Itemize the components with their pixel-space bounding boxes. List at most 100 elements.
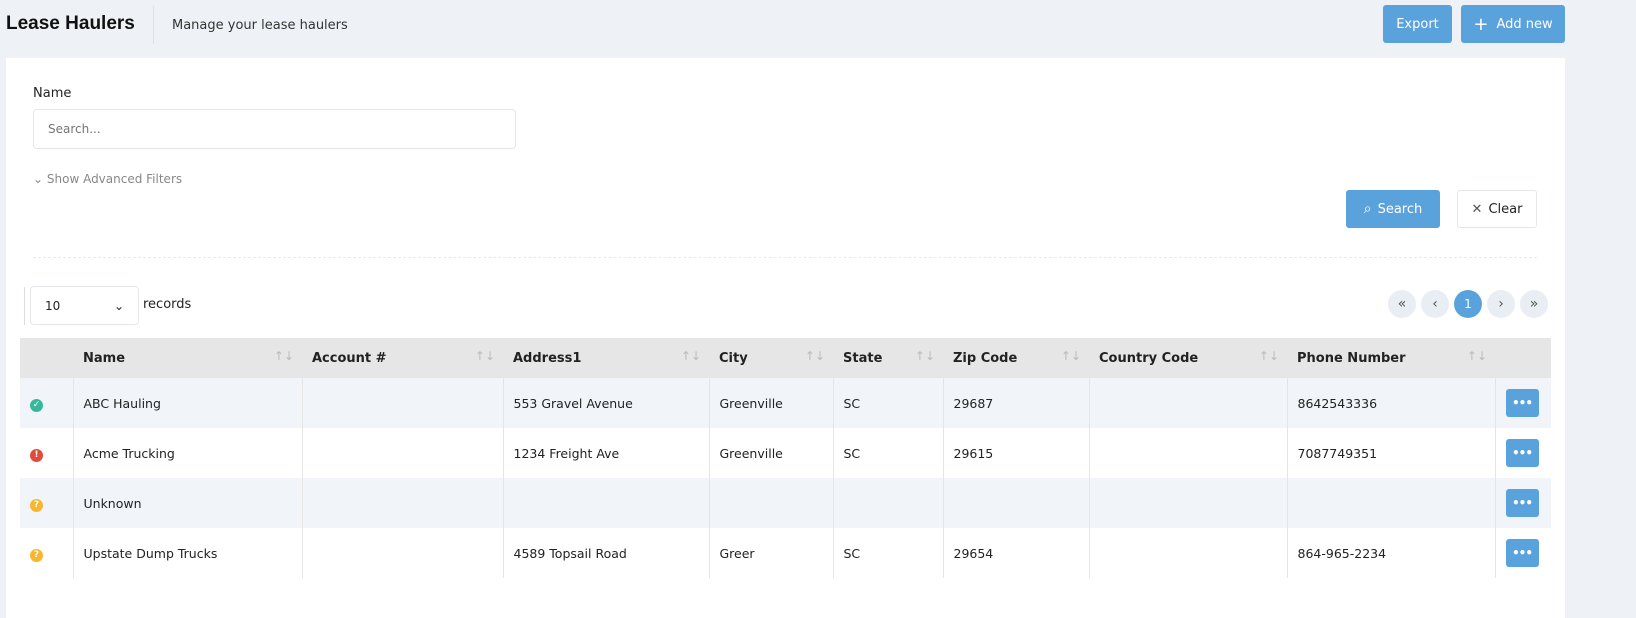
page-size-value: 10 bbox=[45, 298, 61, 313]
status-cell: ! bbox=[20, 428, 73, 478]
ellipsis-icon: ••• bbox=[1511, 446, 1533, 460]
prev-page-button[interactable]: ‹ bbox=[1421, 290, 1449, 318]
sort-icon: ↑↓ bbox=[1060, 349, 1081, 363]
cell-address bbox=[502, 478, 709, 528]
cell-address: 1234 Freight Ave bbox=[502, 428, 709, 478]
cell-name: Unknown bbox=[72, 478, 302, 528]
sort-icon: ↑↓ bbox=[680, 349, 701, 363]
ellipsis-icon: ••• bbox=[1511, 546, 1533, 560]
column-header-account[interactable]: Account # ↑↓ bbox=[302, 338, 503, 378]
last-page-button[interactable]: » bbox=[1520, 290, 1548, 318]
clear-label: Clear bbox=[1488, 201, 1523, 217]
status-error-icon: ! bbox=[30, 448, 43, 462]
column-header-phone[interactable]: Phone Number ↑↓ bbox=[1287, 338, 1495, 378]
cell-state bbox=[832, 478, 943, 528]
cell-phone: 864-965-2234 bbox=[1286, 528, 1495, 578]
search-label: Search bbox=[1377, 201, 1423, 217]
cell-name: Upstate Dump Trucks bbox=[72, 528, 302, 578]
export-label: Export bbox=[1396, 16, 1439, 32]
sort-icon: ↑↓ bbox=[474, 349, 495, 363]
row-actions-button[interactable]: ••• bbox=[1505, 489, 1539, 517]
column-header-zip[interactable]: Zip Code ↑↓ bbox=[943, 338, 1089, 378]
divider bbox=[33, 257, 1537, 258]
search-icon: ⌕ bbox=[1363, 201, 1372, 217]
cell-state: SC bbox=[832, 428, 943, 478]
cell-name: ABC Hauling bbox=[72, 378, 302, 428]
ellipsis-icon: ••• bbox=[1511, 496, 1533, 510]
name-search-input[interactable] bbox=[33, 109, 516, 149]
sort-icon: ↑↓ bbox=[804, 349, 825, 363]
add-new-button[interactable]: + Add new bbox=[1461, 5, 1565, 43]
cell-account bbox=[301, 528, 503, 578]
status-cell: ✓ bbox=[20, 378, 73, 428]
status-unknown-icon: ? bbox=[30, 548, 43, 562]
name-label: Name bbox=[33, 86, 72, 101]
status-cell: ? bbox=[20, 478, 73, 528]
records-label: records bbox=[143, 297, 192, 312]
page-size-select[interactable]: 10 ⌄ bbox=[30, 286, 139, 325]
cell-address: 4589 Topsail Road bbox=[502, 528, 709, 578]
cell-country bbox=[1088, 528, 1287, 578]
add-new-label: Add new bbox=[1496, 16, 1553, 32]
advanced-filters-label: Show Advanced Filters bbox=[46, 172, 183, 186]
row-actions-button[interactable]: ••• bbox=[1505, 389, 1539, 417]
column-header-city[interactable]: City ↑↓ bbox=[709, 338, 833, 378]
first-page-button[interactable]: « bbox=[1388, 290, 1416, 318]
cell-state: SC bbox=[832, 378, 943, 428]
actions-column-header bbox=[1495, 338, 1551, 378]
column-header-address1[interactable]: Address1 ↑↓ bbox=[503, 338, 709, 378]
plus-icon: + bbox=[1473, 13, 1489, 35]
cell-state: SC bbox=[832, 528, 943, 578]
close-icon: ✕ bbox=[1471, 201, 1483, 217]
column-header-state[interactable]: State ↑↓ bbox=[833, 338, 943, 378]
search-button[interactable]: ⌕ Search bbox=[1346, 190, 1440, 228]
sort-icon: ↑↓ bbox=[914, 349, 935, 363]
cell-zip: 29615 bbox=[942, 428, 1089, 478]
clear-button[interactable]: ✕ Clear bbox=[1457, 190, 1537, 228]
chevron-down-icon: ⌄ bbox=[113, 298, 124, 313]
chevron-down-icon: ⌄ bbox=[33, 172, 47, 186]
export-button[interactable]: Export bbox=[1383, 5, 1452, 43]
column-header-country[interactable]: Country Code ↑↓ bbox=[1089, 338, 1287, 378]
column-header-name[interactable]: Name ↑↓ bbox=[73, 338, 302, 378]
cell-phone: 7087749351 bbox=[1286, 428, 1495, 478]
cell-phone bbox=[1286, 478, 1495, 528]
show-advanced-filters-toggle[interactable]: ⌄ Show Advanced Filters bbox=[33, 172, 182, 186]
sort-icon: ↑↓ bbox=[1466, 349, 1487, 363]
cell-zip bbox=[942, 478, 1089, 528]
cell-zip: 29687 bbox=[942, 378, 1089, 428]
cell-city: Greenville bbox=[708, 428, 833, 478]
actions-cell: ••• bbox=[1494, 478, 1551, 528]
cell-city: Greer bbox=[708, 528, 833, 578]
cell-country bbox=[1088, 428, 1287, 478]
cell-address: 553 Gravel Avenue bbox=[502, 378, 709, 428]
cell-name: Acme Trucking bbox=[72, 428, 302, 478]
lease-haulers-table: Name ↑↓ Account # ↑↓ Address1 ↑↓ City ↑↓ Sta… bbox=[20, 338, 1551, 578]
cell-country bbox=[1088, 478, 1287, 528]
table-row: ✓ ABC Hauling 553 Gravel Avenue Greenville S… bbox=[20, 378, 1551, 428]
cell-account bbox=[301, 478, 503, 528]
cell-phone: 8642543336 bbox=[1286, 378, 1495, 428]
cell-country bbox=[1088, 378, 1287, 428]
page-1-button[interactable]: 1 bbox=[1454, 290, 1482, 318]
row-actions-button[interactable]: ••• bbox=[1505, 539, 1539, 567]
divider bbox=[153, 6, 154, 44]
next-page-button[interactable]: › bbox=[1487, 290, 1515, 318]
sort-icon: ↑↓ bbox=[273, 349, 294, 363]
table-row: ? Upstate Dump Trucks 4589 Topsail Road Gre… bbox=[20, 528, 1551, 578]
table-row: ? Unknown ••• bbox=[20, 478, 1551, 528]
sort-icon: ↑↓ bbox=[1258, 349, 1279, 363]
table-header-row: Name ↑↓ Account # ↑↓ Address1 ↑↓ City ↑↓ Sta… bbox=[20, 338, 1551, 378]
current-page: 1 bbox=[1464, 297, 1472, 311]
page-subtitle: Manage your lease haulers bbox=[172, 18, 348, 33]
ellipsis-icon: ••• bbox=[1511, 396, 1533, 410]
page-title: Lease Haulers bbox=[6, 13, 135, 34]
status-unknown-icon: ? bbox=[30, 498, 43, 512]
cell-account bbox=[301, 378, 503, 428]
status-ok-icon: ✓ bbox=[30, 398, 43, 412]
actions-cell: ••• bbox=[1494, 528, 1551, 578]
cell-city: Greenville bbox=[708, 378, 833, 428]
cell-account bbox=[301, 428, 503, 478]
actions-cell: ••• bbox=[1494, 428, 1551, 478]
row-actions-button[interactable]: ••• bbox=[1505, 439, 1539, 467]
